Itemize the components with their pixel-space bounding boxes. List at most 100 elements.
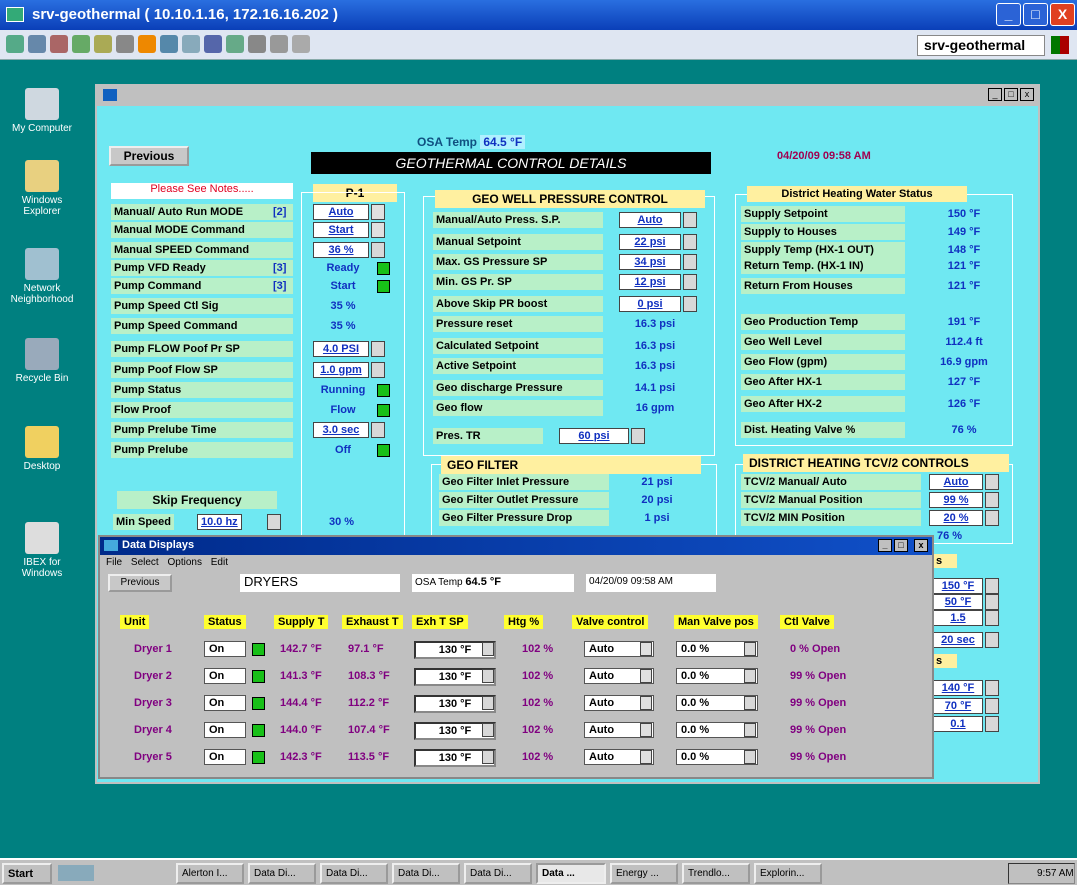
min-speed-value[interactable]: 10.0 hz xyxy=(197,514,242,530)
dryer-sp-spinner[interactable] xyxy=(482,750,494,764)
tool-icon-10[interactable] xyxy=(204,35,222,53)
tcv-value[interactable]: Auto xyxy=(929,474,983,490)
desktop-icon-ibex[interactable]: IBEX for Windows xyxy=(2,522,82,579)
tool-icon-12[interactable] xyxy=(248,35,266,53)
dryer-status[interactable]: On xyxy=(204,749,246,765)
tcv-extra-value[interactable]: 50 °F xyxy=(933,594,983,610)
maximize-button[interactable]: □ xyxy=(1023,3,1048,26)
mini-maximize[interactable]: □ xyxy=(1004,88,1018,101)
taskbar-task[interactable]: Data Di... xyxy=(320,863,388,884)
dryer-status[interactable]: On xyxy=(204,668,246,684)
tcv-extra-value[interactable]: 1.5 xyxy=(933,610,983,626)
dd-minimize[interactable]: _ xyxy=(878,539,892,552)
tcv-extra-value[interactable]: 20 sec xyxy=(933,632,983,648)
geo-well-spinner[interactable] xyxy=(683,234,697,250)
taskbar-task[interactable]: Explorin... xyxy=(754,863,822,884)
tool-icon-9[interactable] xyxy=(182,35,200,53)
notes-link[interactable]: Please See Notes..... xyxy=(111,183,293,199)
desktop-icon-desktop[interactable]: Desktop xyxy=(2,426,82,472)
tcv-value[interactable]: 20 % xyxy=(929,510,983,526)
taskbar-task[interactable]: Energy ... xyxy=(610,863,678,884)
p1-spinner[interactable] xyxy=(371,422,385,438)
minimize-button[interactable]: _ xyxy=(996,3,1021,26)
dryer-sp-spinner[interactable] xyxy=(482,723,494,737)
tcv-spinner[interactable] xyxy=(985,492,999,508)
p1-spinner[interactable] xyxy=(371,362,385,378)
p1-value[interactable]: 36 % xyxy=(313,242,369,258)
tcv-extra-spinner[interactable] xyxy=(985,610,999,626)
p1-value[interactable]: 1.0 gpm xyxy=(313,362,369,378)
start-button[interactable]: Start xyxy=(2,863,52,884)
dd-maximize[interactable]: □ xyxy=(894,539,908,552)
tcv-spinner[interactable] xyxy=(985,510,999,526)
tcv-extra-spinner[interactable] xyxy=(985,680,999,696)
min-speed-spinner[interactable] xyxy=(267,514,281,530)
tcv-extra-spinner[interactable] xyxy=(985,578,999,594)
taskbar-task[interactable]: Data Di... xyxy=(248,863,316,884)
tcv-extra-value[interactable]: 0.1 xyxy=(933,716,983,732)
dd-previous-button[interactable]: Previous xyxy=(108,574,172,592)
p1-dropdown[interactable] xyxy=(371,222,385,238)
tool-icon-8[interactable] xyxy=(160,35,178,53)
tool-icon-2[interactable] xyxy=(28,35,46,53)
tcv-value[interactable]: 99 % xyxy=(929,492,983,508)
menu-select[interactable]: Select xyxy=(131,557,159,568)
dryer-valve-dropdown[interactable] xyxy=(640,723,652,737)
dryer-man-spinner[interactable] xyxy=(744,696,756,710)
dryer-valve-dropdown[interactable] xyxy=(640,642,652,656)
p1-value[interactable]: Auto xyxy=(313,204,369,220)
menu-edit[interactable]: Edit xyxy=(211,557,228,568)
tcv-extra-value[interactable]: 140 °F xyxy=(933,680,983,696)
geo-well-value[interactable]: 22 psi xyxy=(619,234,681,250)
menu-options[interactable]: Options xyxy=(167,557,201,568)
tool-icon-5[interactable] xyxy=(94,35,112,53)
tool-icon-7[interactable] xyxy=(138,35,156,53)
dryer-sp-spinner[interactable] xyxy=(482,669,494,683)
tool-icon-14[interactable] xyxy=(292,35,310,53)
geo-well-spinner[interactable] xyxy=(683,296,697,312)
p1-value[interactable]: Start xyxy=(313,222,369,238)
geo-well-spinner[interactable] xyxy=(683,274,697,290)
geo-well-value[interactable]: 34 psi xyxy=(619,254,681,270)
geo-well-value[interactable]: 12 psi xyxy=(619,274,681,290)
tcv-spinner[interactable] xyxy=(985,474,999,490)
dryer-man-spinner[interactable] xyxy=(744,723,756,737)
tcv-extra-value[interactable]: 150 °F xyxy=(933,578,983,594)
dryer-sp-spinner[interactable] xyxy=(482,642,494,656)
menu-file[interactable]: File xyxy=(106,557,122,568)
dryer-valve-dropdown[interactable] xyxy=(640,669,652,683)
desktop-icon-explorer[interactable]: Windows Explorer xyxy=(2,160,82,217)
tool-icon-3[interactable] xyxy=(50,35,68,53)
tool-icon-1[interactable] xyxy=(6,35,24,53)
mini-minimize[interactable]: _ xyxy=(988,88,1002,101)
p1-dropdown[interactable] xyxy=(371,204,385,220)
tcv-extra-spinner[interactable] xyxy=(985,632,999,648)
desktop-icon-my-computer[interactable]: My Computer xyxy=(2,88,82,134)
tool-icon-6[interactable] xyxy=(116,35,134,53)
mini-close[interactable]: x xyxy=(1020,88,1034,101)
geo-well-value[interactable]: Auto xyxy=(619,212,681,228)
host-field[interactable]: srv-geothermal xyxy=(917,35,1045,56)
desktop-icon-network[interactable]: Network Neighborhood xyxy=(2,248,82,305)
tcv-extra-spinner[interactable] xyxy=(985,698,999,714)
p1-value[interactable]: 3.0 sec xyxy=(313,422,369,438)
dryer-man-spinner[interactable] xyxy=(744,669,756,683)
desktop-icon-recycle-bin[interactable]: Recycle Bin xyxy=(2,338,82,384)
close-button[interactable]: X xyxy=(1050,3,1075,26)
taskbar-task[interactable]: Data ... xyxy=(536,863,606,884)
dryer-valve-dropdown[interactable] xyxy=(640,696,652,710)
taskbar-task[interactable]: Data Di... xyxy=(464,863,532,884)
tcv-extra-spinner[interactable] xyxy=(985,716,999,732)
tool-icon-13[interactable] xyxy=(270,35,288,53)
geo-well-value[interactable]: 0 psi xyxy=(619,296,681,312)
taskbar-task[interactable]: Data Di... xyxy=(392,863,460,884)
tcv-extra-value[interactable]: 70 °F xyxy=(933,698,983,714)
dryer-man-spinner[interactable] xyxy=(744,642,756,656)
taskbar-task[interactable]: Alerton I... xyxy=(176,863,244,884)
dryer-status[interactable]: On xyxy=(204,722,246,738)
p1-value[interactable]: 4.0 PSI xyxy=(313,341,369,357)
pres-tr-spinner[interactable] xyxy=(631,428,645,444)
dryer-sp-spinner[interactable] xyxy=(482,696,494,710)
taskbar-task[interactable]: Trendlo... xyxy=(682,863,750,884)
tool-icon-4[interactable] xyxy=(72,35,90,53)
